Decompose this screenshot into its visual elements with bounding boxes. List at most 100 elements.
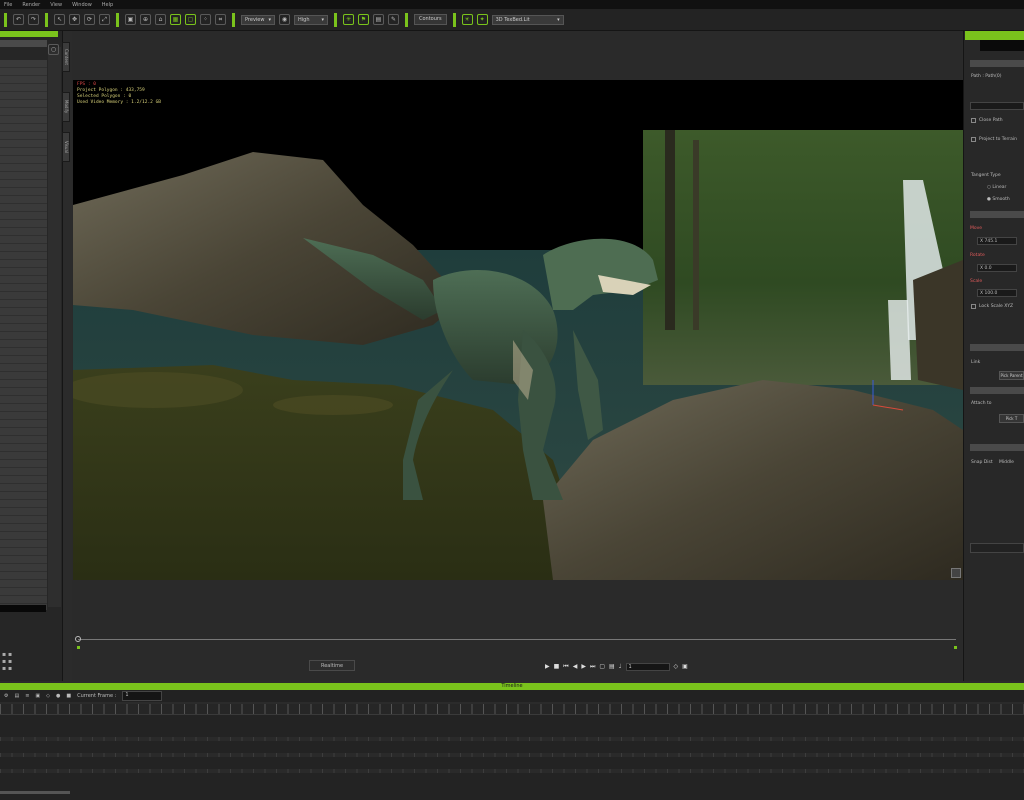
record-icon[interactable]: ● bbox=[56, 693, 60, 699]
timeline-track[interactable] bbox=[0, 769, 1024, 773]
light-icon[interactable]: ✳ bbox=[343, 14, 354, 25]
settings-icon[interactable]: ○ bbox=[48, 44, 59, 55]
linear-label: Linear bbox=[992, 185, 1007, 190]
volume-icon[interactable]: ♩ bbox=[619, 663, 622, 670]
scale-x-field[interactable]: X 100.0 bbox=[977, 289, 1017, 297]
move-icon[interactable]: ✥ bbox=[69, 14, 80, 25]
snap-label: Snap Dist bbox=[971, 460, 993, 465]
scene-list[interactable] bbox=[0, 60, 47, 610]
rotate-x-field[interactable]: X 0.0 bbox=[977, 264, 1017, 272]
current-frame-input[interactable]: 1 bbox=[122, 691, 163, 701]
playback-slider[interactable] bbox=[78, 639, 956, 640]
transform-section-bar[interactable] bbox=[970, 211, 1024, 218]
eye-icon[interactable]: ◉ bbox=[279, 14, 290, 25]
rotate-icon[interactable]: ⟳ bbox=[84, 14, 95, 25]
next-frame-icon[interactable]: ▶ bbox=[581, 663, 586, 670]
left-panel-scrollbar[interactable] bbox=[48, 47, 61, 607]
menu-view[interactable]: View bbox=[50, 2, 62, 8]
camera-icon[interactable]: ▣ bbox=[35, 693, 40, 699]
camera-select[interactable]: 3D TexBed.Lit ▾ bbox=[491, 14, 564, 25]
menu-window[interactable]: Window bbox=[72, 2, 92, 8]
attach-section-bar[interactable] bbox=[970, 387, 1024, 394]
project-terrain-label: Project to Terrain bbox=[979, 137, 1018, 142]
frame-icon[interactable]: ▢ bbox=[185, 14, 196, 25]
attach-label: Attach to bbox=[971, 401, 992, 406]
link-section-bar[interactable] bbox=[970, 344, 1024, 351]
menu-file[interactable]: File bbox=[4, 2, 12, 8]
pick-target-button[interactable]: Pick T bbox=[999, 414, 1024, 423]
contours-button[interactable]: Contours bbox=[414, 14, 447, 25]
toolbar-separator bbox=[45, 12, 48, 27]
grid-icon[interactable]: ▦ bbox=[170, 14, 181, 25]
timeline-track[interactable] bbox=[0, 753, 1024, 757]
redo-icon[interactable]: ↷ bbox=[28, 14, 39, 25]
menu-render[interactable]: Render bbox=[22, 2, 40, 8]
filter-icon[interactable]: ⚙ bbox=[4, 693, 8, 699]
smooth-radio[interactable]: ● Smooth bbox=[987, 197, 1010, 202]
doc-icon[interactable]: ▤ bbox=[373, 14, 384, 25]
pick-parent-button[interactable]: Pick Parent bbox=[999, 371, 1024, 380]
tangent-type-label: Tangent Type bbox=[971, 173, 1001, 178]
home-icon[interactable]: ⌂ bbox=[155, 14, 166, 25]
doc-icon[interactable]: ▤ bbox=[14, 693, 19, 699]
snap-section-bar[interactable] bbox=[970, 444, 1024, 451]
linear-radio[interactable]: ○ Linear bbox=[987, 185, 1006, 190]
toolbar-separator bbox=[334, 12, 337, 27]
timeline-ruler[interactable] bbox=[0, 704, 1024, 715]
move-x-field[interactable]: X 745.1 bbox=[977, 237, 1017, 245]
path-section-bar[interactable] bbox=[970, 60, 1024, 67]
select-icon[interactable]: ↖ bbox=[54, 14, 65, 25]
close-path-label: Close Path bbox=[979, 118, 1003, 123]
timeline-scrollbar[interactable] bbox=[0, 791, 70, 794]
prev-frame-icon[interactable]: ◀ bbox=[573, 663, 578, 670]
project-terrain-checkbox[interactable] bbox=[971, 137, 976, 142]
prev-key-icon[interactable]: ⏮ bbox=[563, 663, 568, 671]
snap-value[interactable]: Middle bbox=[999, 460, 1014, 465]
quality-mode-select[interactable]: Preview ▾ bbox=[241, 14, 275, 25]
pen-icon[interactable]: ✎ bbox=[388, 14, 399, 25]
key-icon[interactable]: ◇ bbox=[674, 663, 679, 670]
realtime-button[interactable]: Realtime bbox=[309, 660, 355, 671]
timeline-title-bar[interactable]: Timeline bbox=[0, 683, 1024, 690]
stop-icon[interactable]: ■ bbox=[554, 663, 560, 670]
capture-icon[interactable]: ▣ bbox=[682, 663, 688, 670]
track-icon[interactable]: ≡ bbox=[25, 693, 29, 699]
lock-scale-checkbox[interactable] bbox=[971, 304, 976, 309]
frame-input[interactable]: 1 bbox=[625, 662, 670, 671]
tab-visual[interactable]: Visual bbox=[62, 132, 70, 162]
next-key-icon[interactable]: ⏭ bbox=[590, 663, 595, 671]
tab-modify[interactable]: Modify bbox=[62, 92, 70, 122]
stop-icon[interactable]: ■ bbox=[66, 693, 71, 699]
grid-small-icon[interactable]: ▪ ▪ bbox=[2, 658, 12, 665]
key-icon[interactable]: ◇ bbox=[46, 693, 50, 699]
loop-icon[interactable]: ▢ bbox=[599, 663, 605, 670]
sun-icon[interactable]: ☀ bbox=[461, 14, 473, 25]
flag-icon[interactable]: ⚑ bbox=[358, 14, 369, 25]
scale-icon[interactable]: ⤢ bbox=[99, 14, 110, 25]
tab-content[interactable]: Content bbox=[62, 42, 70, 72]
timeline-track[interactable] bbox=[0, 737, 1024, 741]
path-name-field[interactable] bbox=[970, 102, 1024, 110]
camera-icon[interactable]: ▣ bbox=[125, 14, 136, 25]
dots-icon[interactable]: ⁘ bbox=[200, 14, 211, 25]
move-label: Move bbox=[970, 226, 983, 231]
main-toolbar: ↶ ↷ ↖ ✥ ⟳ ⤢ ▣ ⊕ ⌂ ▦ ▢ ⁘ ⌗ Preview ▾ ◉ Hi… bbox=[0, 9, 1024, 31]
right-panel-tab[interactable] bbox=[980, 40, 1024, 51]
grid-small-icon[interactable]: ▪ ▪ bbox=[2, 665, 12, 672]
camera-value: 3D TexBed.Lit bbox=[495, 16, 530, 23]
right-panel-field[interactable] bbox=[970, 543, 1024, 553]
playback-handle[interactable] bbox=[75, 636, 81, 642]
grid-small-icon[interactable]: ▪ ▪ bbox=[2, 651, 12, 658]
range-icon[interactable]: ▤ bbox=[609, 663, 615, 670]
target-icon[interactable]: ⊕ bbox=[140, 14, 151, 25]
close-path-checkbox[interactable] bbox=[971, 118, 976, 123]
timeline-tracks[interactable] bbox=[0, 715, 1024, 800]
quality-level-select[interactable]: High ▾ bbox=[294, 14, 328, 25]
viewport-corner-icon[interactable] bbox=[951, 568, 961, 578]
3d-viewport[interactable]: FPS : 0 Project Polygon : 433,759 Select… bbox=[73, 80, 963, 580]
undo-icon[interactable]: ↶ bbox=[13, 14, 24, 25]
snap-icon[interactable]: ⌗ bbox=[215, 14, 226, 25]
star-icon[interactable]: ✦ bbox=[476, 14, 488, 25]
play-icon[interactable]: ▶ bbox=[545, 663, 550, 670]
menu-help[interactable]: Help bbox=[102, 2, 113, 8]
